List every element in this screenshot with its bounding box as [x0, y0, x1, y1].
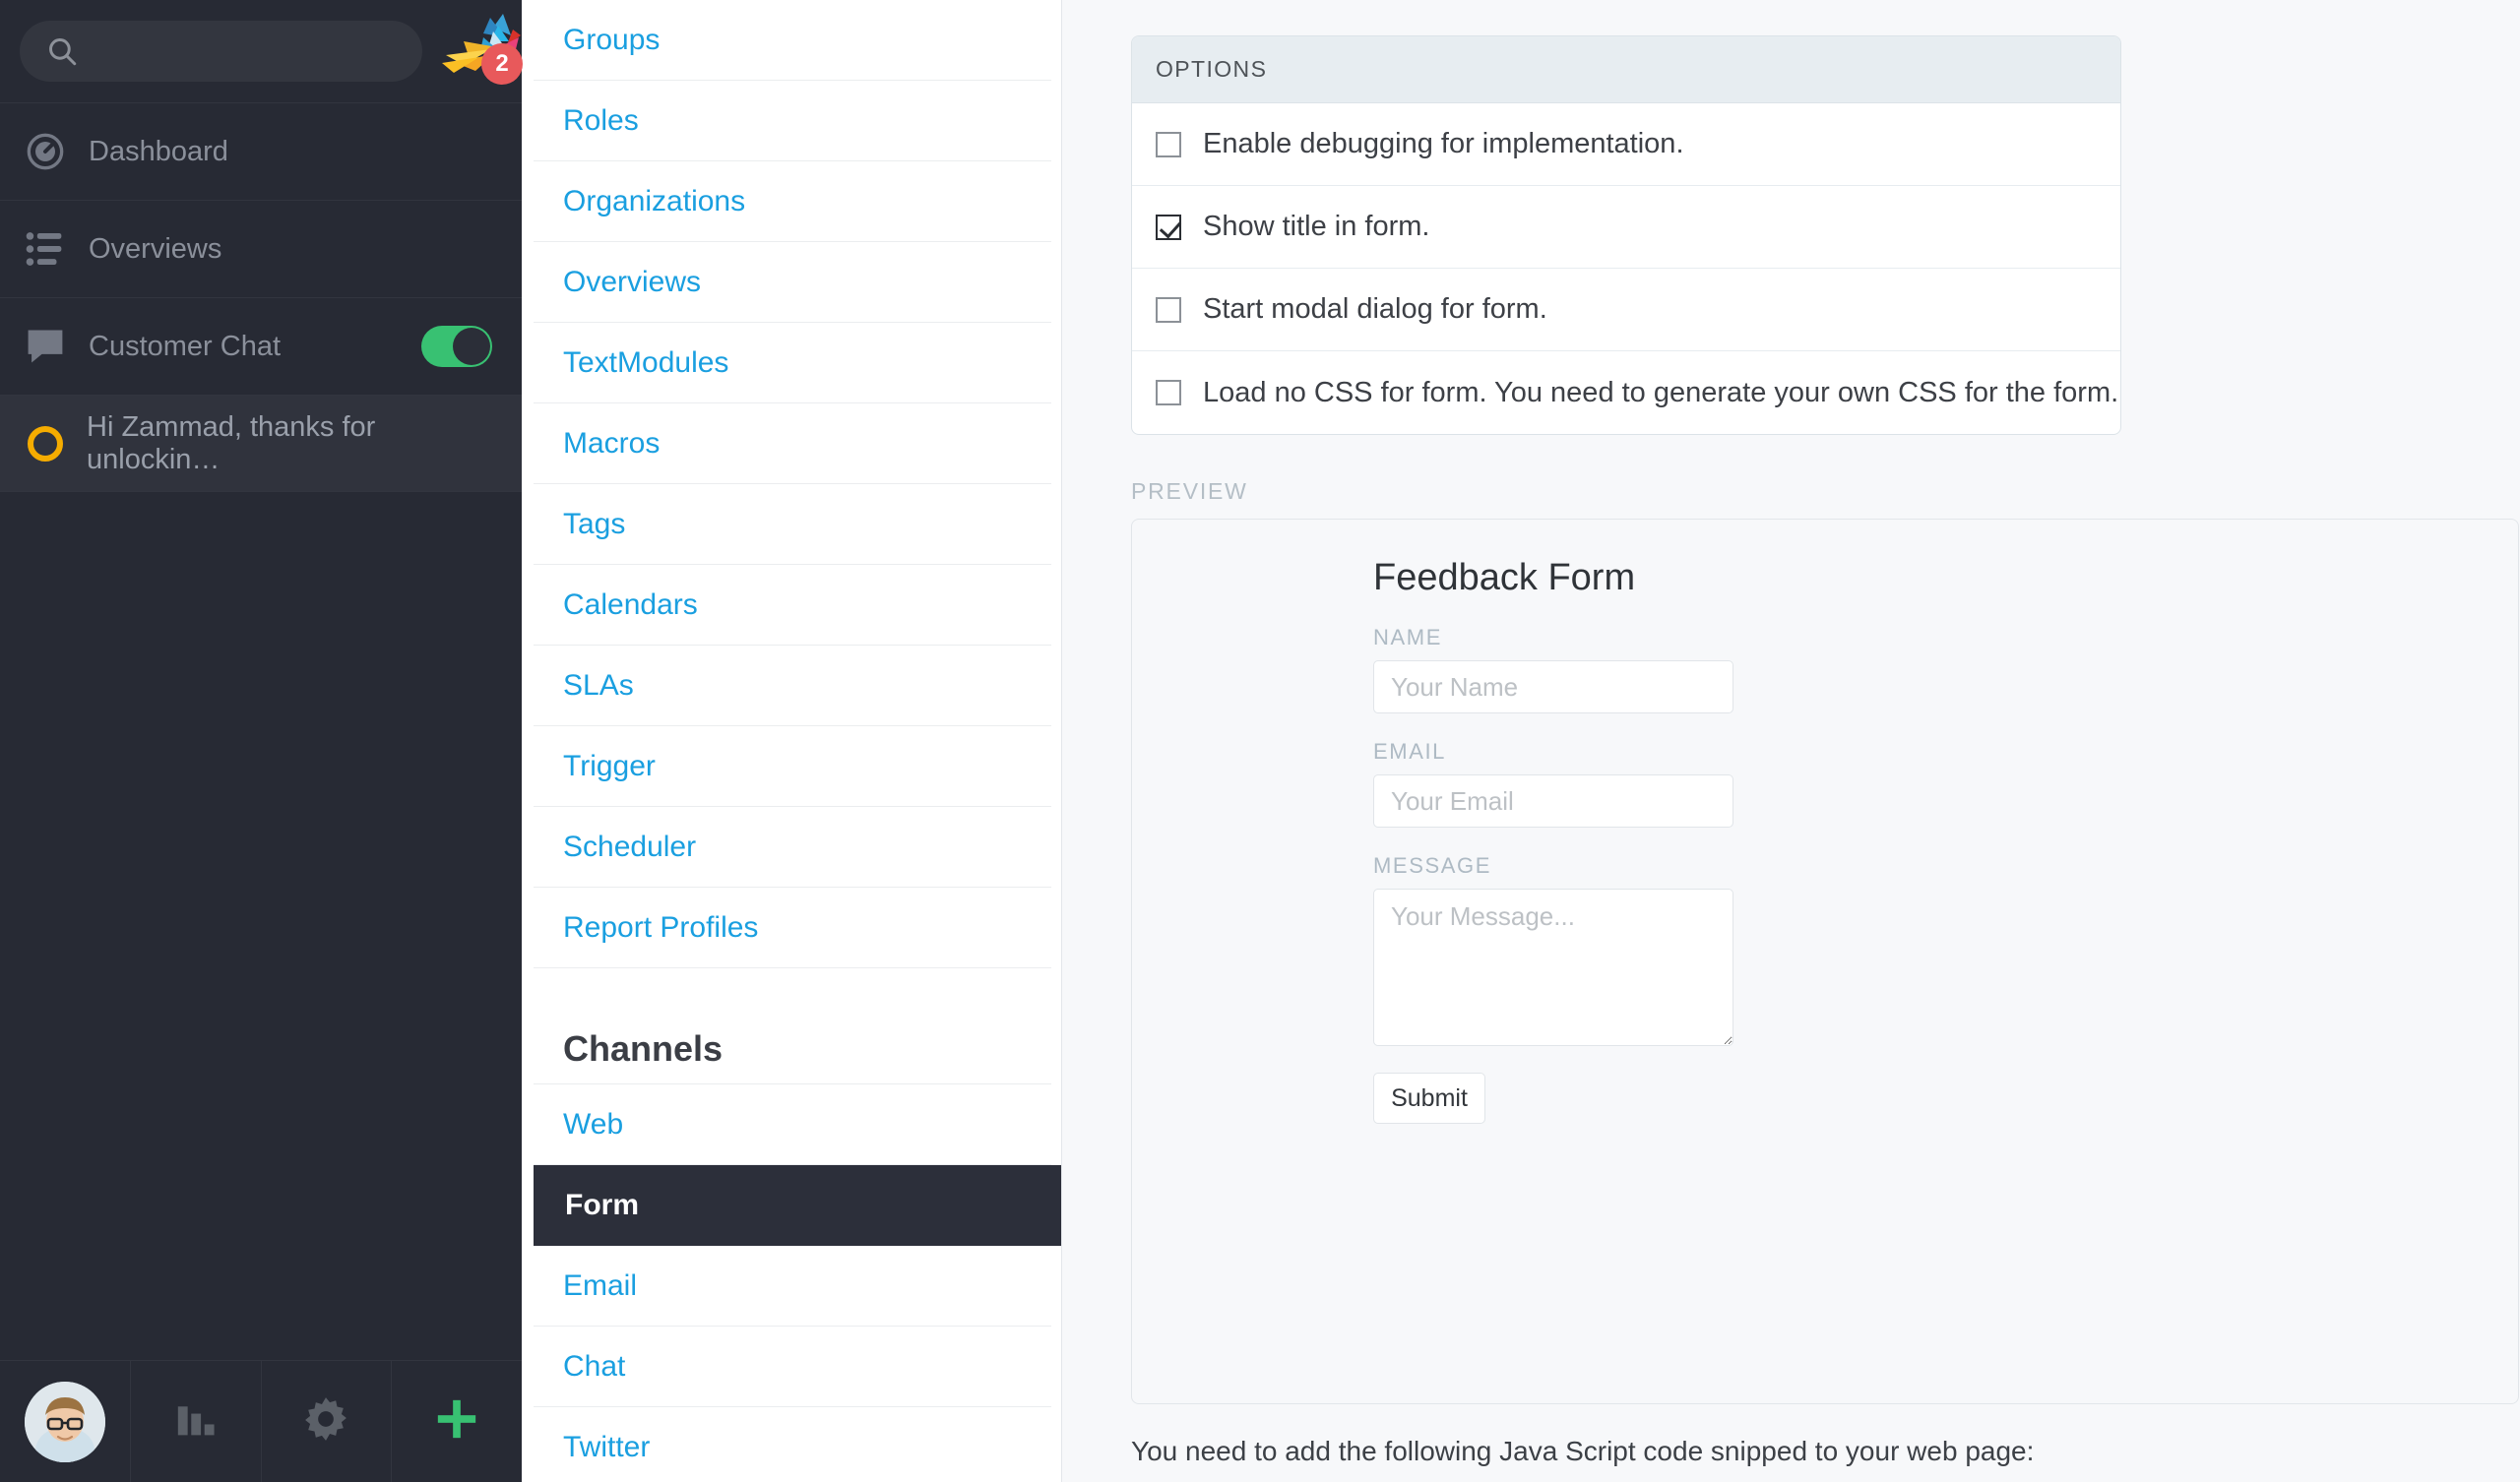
option-row[interactable]: Load no CSS for form. You need to genera…: [1132, 351, 2120, 434]
sidebar-item-label: Dashboard: [89, 135, 228, 167]
sidebar-item-customer-chat[interactable]: Customer Chat: [0, 297, 522, 395]
nav-item-roles[interactable]: Roles: [534, 81, 1051, 161]
unread-dot-icon: [28, 425, 63, 462]
sidebar-item-label: Overviews: [89, 232, 222, 265]
notification-badge: 2: [481, 43, 523, 85]
preview-label: PREVIEW: [1131, 478, 1248, 504]
app-root: 2 Dashboard Overviews Customer Chat Hi Z…: [0, 0, 2520, 1482]
checkbox-unchecked-icon[interactable]: [1156, 380, 1181, 405]
checkbox-checked-icon[interactable]: [1156, 214, 1181, 240]
toggle-knob: [453, 328, 490, 365]
admin-nav-list: Groups Roles Organizations Overviews TextMod…: [534, 0, 1061, 1482]
options-card: OPTIONS Enable debugging for implementat…: [1131, 35, 2121, 435]
chat-notification-label: Hi Zammad, thanks for unlockin…: [87, 410, 376, 475]
preview-card: Feedback Form NAME EMAIL MESSAGE Submit: [1131, 519, 2519, 1404]
avatar[interactable]: [0, 1361, 131, 1482]
sidebar-item-dashboard[interactable]: Dashboard: [0, 102, 522, 200]
gear-icon: [303, 1396, 348, 1447]
add-button[interactable]: [392, 1361, 522, 1482]
options-card-header: OPTIONS: [1132, 36, 2120, 103]
avatar-image: [24, 1381, 105, 1462]
checkbox-unchecked-icon[interactable]: [1156, 296, 1181, 323]
email-field[interactable]: [1373, 774, 1733, 828]
checkbox-unchecked-icon[interactable]: [1156, 131, 1181, 157]
nav-item-calendars[interactable]: Calendars: [534, 565, 1051, 646]
option-label: Show title in form.: [1203, 211, 1430, 242]
primary-sidebar: 2 Dashboard Overviews Customer Chat Hi Z…: [0, 0, 523, 1482]
sidebar-footer-bar: [0, 1360, 522, 1482]
reporting-button[interactable]: [131, 1361, 262, 1482]
nav-item-form[interactable]: Form: [534, 1165, 1061, 1246]
nav-section-heading: Channels: [534, 968, 1051, 1084]
plus-icon: [434, 1396, 479, 1447]
nav-item-chat[interactable]: Chat: [534, 1327, 1051, 1407]
avatar-photo-icon: [24, 1381, 105, 1462]
zammad-logo[interactable]: 2: [436, 12, 523, 91]
form-title: Feedback Form: [1373, 557, 1636, 598]
email-field-label: EMAIL: [1373, 739, 1447, 764]
list-icon: [22, 231, 69, 267]
sidebar-header: 2: [0, 0, 523, 102]
nav-item-textmodules[interactable]: TextModules: [534, 323, 1051, 403]
option-label: Load no CSS for form. You need to genera…: [1203, 376, 2119, 408]
dashboard-gauge-icon: [22, 132, 69, 171]
settings-button[interactable]: [262, 1361, 393, 1482]
submit-button[interactable]: Submit: [1373, 1073, 1485, 1124]
nav-item-report-profiles[interactable]: Report Profiles: [534, 888, 1051, 968]
nav-item-organizations[interactable]: Organizations: [534, 161, 1051, 242]
name-field[interactable]: [1373, 660, 1733, 713]
sidebar-item-overviews[interactable]: Overviews: [0, 200, 522, 297]
option-row[interactable]: Start modal dialog for form.: [1132, 269, 2120, 351]
message-field[interactable]: [1373, 889, 1733, 1046]
nav-item-web[interactable]: Web: [534, 1084, 1051, 1165]
option-label: Start modal dialog for form.: [1203, 293, 1547, 325]
speech-bubble-icon: [22, 327, 69, 366]
options-rows: Enable debugging for implementation. Show…: [1132, 103, 2120, 434]
reporting-bar-chart-icon: [173, 1399, 219, 1444]
name-field-label: NAME: [1373, 625, 1442, 649]
search-icon: [45, 34, 79, 68]
nav-item-scheduler[interactable]: Scheduler: [534, 807, 1051, 888]
nav-item-trigger[interactable]: Trigger: [534, 726, 1051, 807]
main-content: OPTIONS Enable debugging for implementat…: [1061, 0, 2520, 1482]
nav-item-groups[interactable]: Groups: [534, 0, 1051, 81]
nav-item-macros[interactable]: Macros: [534, 403, 1051, 484]
nav-item-overviews[interactable]: Overviews: [534, 242, 1051, 323]
snippet-instruction-text: You need to add the following Java Scrip…: [1131, 1436, 2035, 1466]
customer-chat-toggle[interactable]: [421, 326, 492, 367]
search-input[interactable]: [79, 22, 422, 81]
admin-nav-panel[interactable]: Groups Roles Organizations Overviews TextMod…: [522, 0, 1061, 1482]
option-label: Enable debugging for implementation.: [1203, 128, 1684, 159]
search-field-wrapper[interactable]: [20, 21, 422, 82]
feedback-form: Feedback Form NAME EMAIL MESSAGE Submit: [1373, 557, 1737, 1124]
nav-item-tags[interactable]: Tags: [534, 484, 1051, 565]
sidebar-item-label: Customer Chat: [89, 330, 282, 362]
option-row[interactable]: Show title in form.: [1132, 186, 2120, 269]
nav-item-twitter[interactable]: Twitter: [534, 1407, 1051, 1482]
chat-notification-item[interactable]: Hi Zammad, thanks for unlockin…: [0, 395, 522, 492]
message-field-label: MESSAGE: [1373, 853, 1492, 878]
nav-item-slas[interactable]: SLAs: [534, 646, 1051, 726]
nav-item-email[interactable]: Email: [534, 1246, 1051, 1327]
option-row[interactable]: Enable debugging for implementation.: [1132, 103, 2120, 186]
